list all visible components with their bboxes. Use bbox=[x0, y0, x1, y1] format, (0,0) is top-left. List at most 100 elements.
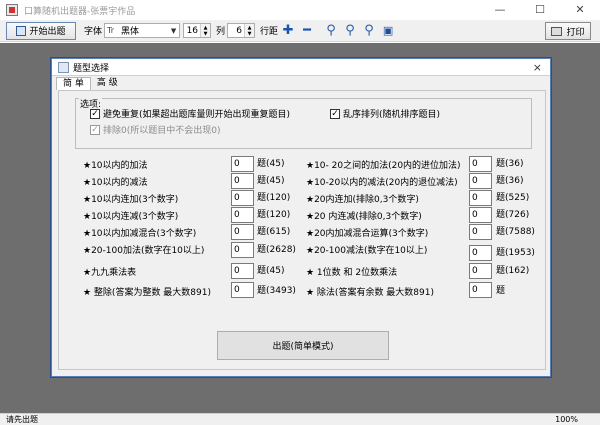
list-item: ★10-20以内的减法(20内的退位减法) bbox=[306, 173, 458, 189]
list-item: ★10以内的加法 bbox=[83, 156, 148, 172]
quantity-input[interactable]: 0 bbox=[469, 245, 492, 261]
spin-arrows-icon[interactable]: ▲ ▼ bbox=[244, 24, 255, 37]
list-item: ★10- 20之间的加法(20内的进位加法) bbox=[306, 156, 461, 172]
status-message: 请先出题 bbox=[6, 415, 38, 424]
question-type-label: ★ 1位数 和 2位数乘法 bbox=[306, 267, 398, 278]
quantity-input[interactable]: 0 bbox=[231, 242, 254, 258]
app-icon bbox=[6, 4, 18, 16]
tab-simple[interactable]: 简 单 bbox=[56, 77, 91, 90]
quantity-input[interactable]: 0 bbox=[231, 224, 254, 240]
save-icon[interactable]: ▣ bbox=[381, 24, 395, 38]
print-button-label: 打印 bbox=[566, 27, 585, 38]
zoom-out-icon[interactable]: ⚲ bbox=[343, 23, 357, 38]
list-item: ★ 整除(答案为整数 最大数891) bbox=[83, 283, 211, 299]
avoid-repeat-label: 避免重复(如果超出题库量则开始出现重复题目) bbox=[103, 110, 291, 120]
generate-button[interactable]: 出题(简单模式) bbox=[217, 331, 389, 360]
truetype-icon: Tr bbox=[107, 25, 115, 35]
question-type-label: ★九九乘法表 bbox=[83, 267, 137, 278]
simple-tab-panel: 选项: ✓ 避免重复(如果超出题库量则开始出现重复题目) ✓ 乱序排列(随机排序… bbox=[58, 90, 546, 370]
zoom-fit-icon[interactable]: ⚲ bbox=[362, 23, 376, 38]
list-item: ★ 1位数 和 2位数乘法 bbox=[306, 263, 397, 279]
columns-stepper[interactable]: 6 ▲ ▼ bbox=[227, 23, 256, 38]
question-count: 题(45) bbox=[257, 159, 285, 169]
question-type-label: ★10以内连减(3个数字) bbox=[83, 211, 179, 222]
quantity-input[interactable]: 0 bbox=[231, 190, 254, 206]
toolbar: 开始出题 字体 Tr 黑体 ▼ 16 ▲ ▼ 列 6 ▲ ▼ 行距 ✚ ━ ⚲ ⚲ … bbox=[0, 20, 600, 42]
print-button[interactable]: 打印 bbox=[545, 22, 591, 40]
question-count: 题(7588) bbox=[496, 227, 535, 237]
quantity-input[interactable]: 0 bbox=[469, 173, 492, 189]
question-count: 题(162) bbox=[496, 266, 530, 276]
question-type-label: ★10- 20之间的加法(20内的进位加法) bbox=[306, 160, 461, 171]
question-type-label: ★10以内的减法 bbox=[83, 177, 148, 188]
question-type-label: ★ 整除(答案为整数 最大数891) bbox=[83, 287, 211, 298]
exclude-zero-label: 排除0(所以题目中不会出现0) bbox=[103, 126, 221, 136]
quantity-input[interactable]: 0 bbox=[231, 263, 254, 279]
list-item: ★九九乘法表 bbox=[83, 263, 136, 279]
shuffle-label: 乱序排列(随机排序题目) bbox=[343, 110, 441, 120]
spin-arrows-icon[interactable]: ▲ ▼ bbox=[200, 24, 211, 37]
question-count: 题(2628) bbox=[257, 245, 296, 255]
list-item: ★10以内连加(3个数字) bbox=[83, 190, 178, 206]
question-count: 题(36) bbox=[496, 176, 524, 186]
list-item: ★20-100加法(数字在10以上) bbox=[83, 241, 204, 257]
window-title: 口算随机出题器-张票宇作品 bbox=[24, 6, 136, 17]
quantity-input[interactable]: 0 bbox=[231, 282, 254, 298]
font-select[interactable]: Tr 黑体 ▼ bbox=[104, 23, 181, 38]
start-button[interactable]: 开始出题 bbox=[6, 21, 76, 40]
zoom-in-icon[interactable]: ⚲ bbox=[324, 23, 338, 38]
question-type-label: ★10以内连加(3个数字) bbox=[83, 194, 179, 205]
list-item: ★20内加减混合运算(3个数字) bbox=[306, 224, 428, 240]
question-count: 题(1953) bbox=[496, 248, 535, 258]
list-item: ★20内连加(排除0,3个数字) bbox=[306, 190, 419, 206]
question-type-label: ★20-100减法(数字在10以上) bbox=[306, 245, 428, 256]
tab-advanced[interactable]: 高 级 bbox=[91, 77, 124, 90]
minus-icon[interactable]: ━ bbox=[300, 23, 314, 38]
question-count: 题 bbox=[496, 286, 506, 296]
font-size-value: 16 bbox=[186, 25, 199, 36]
dialog-title: 题型选择 bbox=[73, 63, 110, 74]
list-item: ★10以内的减法 bbox=[83, 173, 148, 189]
quantity-input[interactable]: 0 bbox=[469, 282, 492, 298]
question-type-label: ★20-100加法(数字在10以上) bbox=[83, 245, 205, 256]
avoid-repeat-checkbox[interactable]: ✓ 避免重复(如果超出题库量则开始出现重复题目) bbox=[90, 107, 290, 120]
font-label: 字体 bbox=[84, 27, 103, 37]
list-item: ★10以内连减(3个数字) bbox=[83, 207, 178, 223]
question-count: 题(3493) bbox=[257, 286, 296, 296]
close-window-button[interactable]: ✕ bbox=[560, 0, 600, 20]
quantity-input[interactable]: 0 bbox=[469, 207, 492, 223]
zoom-level: 100% bbox=[555, 415, 578, 424]
question-count: 题(45) bbox=[257, 176, 285, 186]
dialog-close-icon[interactable]: × bbox=[533, 61, 542, 74]
window-controls: — ☐ ✕ bbox=[480, 0, 600, 20]
quantity-input[interactable]: 0 bbox=[469, 224, 492, 240]
question-count: 题(45) bbox=[257, 266, 285, 276]
question-type-dialog: 题型选择 × 简 单 高 级 选项: ✓ 避免重复(如果超出题库量则开始出现重复… bbox=[51, 58, 551, 377]
question-type-label: ★20内连加(排除0,3个数字) bbox=[306, 194, 419, 205]
title-bar: 口算随机出题器-张票宇作品 — ☐ ✕ bbox=[0, 0, 600, 20]
font-size-stepper[interactable]: 16 ▲ ▼ bbox=[183, 23, 212, 38]
start-button-label: 开始出题 bbox=[29, 27, 66, 37]
minimize-button[interactable]: — bbox=[480, 0, 520, 20]
line-spacing-label: 行距 bbox=[260, 27, 279, 37]
quantity-input[interactable]: 0 bbox=[469, 156, 492, 172]
quantity-input[interactable]: 0 bbox=[231, 156, 254, 172]
plus-icon[interactable]: ✚ bbox=[281, 23, 295, 38]
quantity-input[interactable]: 0 bbox=[469, 263, 492, 279]
question-type-label: ★ 除法(答案有余数 最大数891) bbox=[306, 287, 434, 298]
shuffle-checkbox[interactable]: ✓ 乱序排列(随机排序题目) bbox=[330, 107, 440, 120]
list-item: ★10以内加减混合(3个数字) bbox=[83, 224, 196, 240]
quantity-input[interactable]: 0 bbox=[469, 190, 492, 206]
start-icon bbox=[16, 25, 27, 36]
maximize-button[interactable]: ☐ bbox=[520, 0, 560, 20]
quantity-input[interactable]: 0 bbox=[231, 173, 254, 189]
options-group: 选项: ✓ 避免重复(如果超出题库量则开始出现重复题目) ✓ 乱序排列(随机排序… bbox=[75, 97, 532, 149]
exclude-zero-checkbox[interactable]: ✓ 排除0(所以题目中不会出现0) bbox=[90, 123, 220, 136]
list-item: ★ 除法(答案有余数 最大数891) bbox=[306, 283, 434, 299]
question-type-label: ★20内加减混合运算(3个数字) bbox=[306, 228, 429, 239]
printer-icon bbox=[551, 26, 563, 36]
columns-value: 6 bbox=[236, 25, 243, 36]
dialog-icon bbox=[58, 61, 69, 73]
quantity-input[interactable]: 0 bbox=[231, 207, 254, 223]
dialog-tabs: 简 单 高 级 bbox=[56, 77, 124, 91]
